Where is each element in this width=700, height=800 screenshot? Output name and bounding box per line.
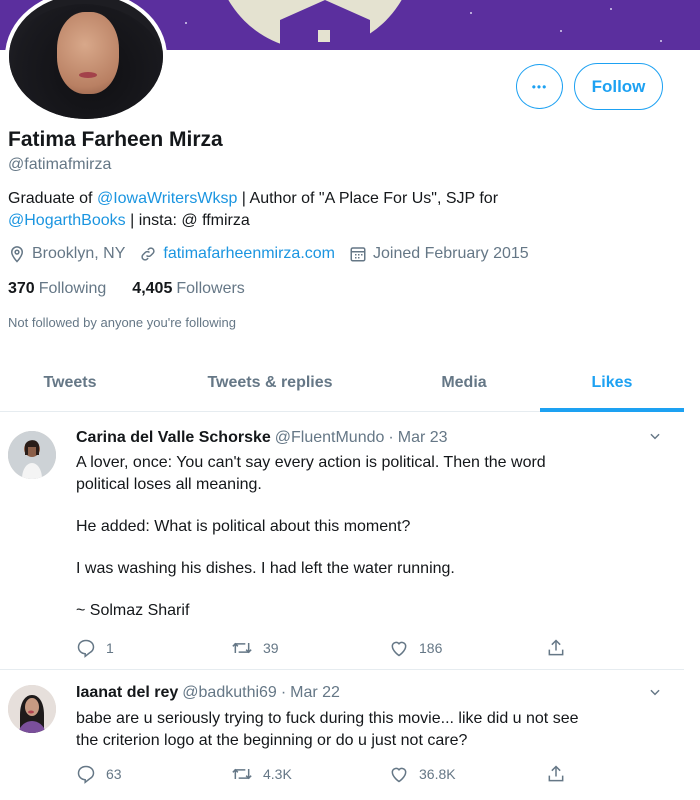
share-icon xyxy=(548,639,564,656)
banner-star xyxy=(660,40,662,42)
link-icon xyxy=(141,247,156,261)
following-label: Following xyxy=(38,280,107,297)
retweet-icon xyxy=(232,642,252,654)
banner-star xyxy=(185,22,187,24)
more-options-button[interactable]: ••• xyxy=(516,64,563,109)
website-item[interactable]: fatimafarheenmirza.com xyxy=(139,245,335,263)
tweet-line: babe are u seriously trying to fuck duri… xyxy=(76,710,579,727)
retweet-count: 4.3K xyxy=(263,766,292,782)
tweet-actions: 1 39 186 xyxy=(76,638,576,660)
like-button[interactable]: 186 xyxy=(389,638,442,658)
tab-likes[interactable]: Likes xyxy=(540,355,684,411)
follow-button[interactable]: Follow xyxy=(574,63,663,110)
tweet-line: A lover, once: You can't say every actio… xyxy=(76,454,546,471)
avatar-image xyxy=(8,431,56,479)
tweet-line: political loses all meaning. xyxy=(76,476,262,493)
tweet-line: the criterion logo at the beginning or d… xyxy=(76,732,468,749)
tweet-actions: 63 4.3K 36.8K xyxy=(76,764,576,786)
tweet-author-handle[interactable]: @FluentMundo xyxy=(275,429,385,446)
bio-mention-link[interactable]: @HogarthBooks xyxy=(8,212,126,229)
chevron-down-icon[interactable] xyxy=(648,685,662,699)
banner-star xyxy=(610,8,612,10)
following-link[interactable]: 370 Following xyxy=(8,280,106,298)
profile-avatar[interactable] xyxy=(5,0,167,123)
tab-tweets[interactable]: Tweets xyxy=(0,355,140,411)
tweet-text: babe are u seriously trying to fuck duri… xyxy=(76,708,656,752)
tweet-header: Carina del Valle Schorske @FluentMundo · Ma… xyxy=(76,429,448,447)
reply-count: 63 xyxy=(106,766,122,782)
calendar-icon xyxy=(350,247,366,262)
follow-stats: 370 Following 4,405 Followers xyxy=(8,280,245,298)
tweet-author-handle[interactable]: @badkuthi69 xyxy=(182,684,277,701)
retweet-button[interactable]: 4.3K xyxy=(231,764,292,784)
reply-count: 1 xyxy=(106,640,114,656)
tweet-text: A lover, once: You can't say every actio… xyxy=(76,452,656,622)
profile-meta: Brooklyn, NY fatimafarheenmirza.com Join… xyxy=(8,245,543,263)
profile-tabs: Tweets Tweets & replies Media Likes xyxy=(0,355,684,412)
bio-text: | insta: @ ffmirza xyxy=(125,212,250,229)
profile-handle: @fatimafmirza xyxy=(8,156,112,173)
tweet-author-name[interactable]: Iaanat del rey xyxy=(76,684,178,701)
heart-icon xyxy=(391,641,407,657)
share-button[interactable] xyxy=(546,638,576,658)
avatar-image xyxy=(8,685,56,733)
banner-star xyxy=(470,12,472,14)
following-count: 370 xyxy=(8,280,35,297)
location-item: Brooklyn, NY xyxy=(8,245,125,263)
reply-icon xyxy=(77,639,95,658)
followers-link[interactable]: 4,405 Followers xyxy=(132,280,245,298)
like-button[interactable]: 36.8K xyxy=(389,764,456,784)
tweet-date[interactable]: Mar 23 xyxy=(398,429,448,446)
share-button[interactable] xyxy=(546,764,576,784)
tweet-line: I was washing his dishes. I had left the… xyxy=(76,560,455,577)
share-icon xyxy=(548,765,564,782)
location-pin-icon xyxy=(10,246,24,263)
profile-bio: Graduate of @IowaWritersWksp | Author of… xyxy=(8,188,608,232)
retweet-icon xyxy=(232,768,252,780)
reply-button[interactable]: 63 xyxy=(76,764,122,784)
joined-text: Joined February 2015 xyxy=(373,245,529,262)
website-link[interactable]: fatimafarheenmirza.com xyxy=(163,245,335,263)
chevron-down-icon[interactable] xyxy=(648,429,662,443)
followers-count: 4,405 xyxy=(132,280,173,297)
followers-label: Followers xyxy=(176,280,245,297)
avatar-face xyxy=(57,12,119,94)
reply-icon xyxy=(77,765,95,784)
banner-star xyxy=(560,30,562,32)
retweet-button[interactable]: 39 xyxy=(231,638,279,658)
tab-media[interactable]: Media xyxy=(400,355,528,411)
avatar-lips xyxy=(79,72,97,78)
bio-mention-link[interactable]: @IowaWritersWksp xyxy=(97,190,237,207)
tweet-line: ~ Solmaz Sharif xyxy=(76,602,190,619)
tweet-author-name[interactable]: Carina del Valle Schorske xyxy=(76,429,271,446)
banner-house-window xyxy=(318,30,330,42)
like-count: 186 xyxy=(419,640,443,656)
not-followed-notice: Not followed by anyone you're following xyxy=(8,315,236,330)
tweet-separator: · xyxy=(388,429,394,446)
heart-icon xyxy=(391,767,407,783)
bio-text: Graduate of xyxy=(8,190,97,207)
joined-item: Joined February 2015 xyxy=(349,245,529,263)
location-text: Brooklyn, NY xyxy=(32,245,126,262)
retweet-count: 39 xyxy=(263,640,279,656)
tweet-avatar[interactable] xyxy=(8,685,56,733)
reply-button[interactable]: 1 xyxy=(76,638,114,658)
active-tab-indicator xyxy=(540,408,684,412)
tweet-date[interactable]: Mar 22 xyxy=(290,684,340,701)
tweet-separator: · xyxy=(280,684,287,701)
tweet[interactable]: Iaanat del rey @badkuthi69 · Mar 22 babe ar… xyxy=(0,671,684,800)
tweet[interactable]: Carina del Valle Schorske @FluentMundo · Ma… xyxy=(0,413,684,670)
profile-name: Fatima Farheen Mirza xyxy=(8,128,223,151)
tab-tweets-replies[interactable]: Tweets & replies xyxy=(190,355,350,411)
tweet-header: Iaanat del rey @badkuthi69 · Mar 22 xyxy=(76,684,340,702)
tweet-line: He added: What is political about this m… xyxy=(76,518,411,535)
tweet-avatar[interactable] xyxy=(8,431,56,479)
bio-text: | Author of "A Place For Us", SJP for xyxy=(237,190,499,207)
like-count: 36.8K xyxy=(419,766,456,782)
